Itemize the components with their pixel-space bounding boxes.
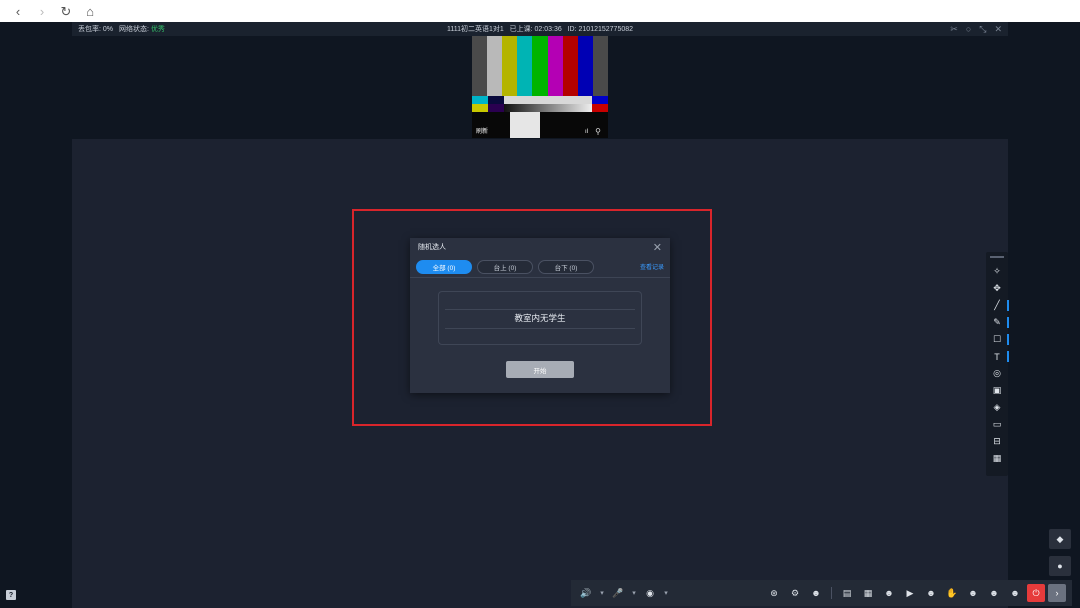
color-bars-mid [472,96,608,112]
video-tile[interactable]: 刷新 ıl ⚲ [472,36,608,138]
highlighter-icon[interactable]: ✎ [988,314,1009,331]
laser-pointer-icon[interactable]: ✧ [988,263,1006,280]
user-list-icon[interactable]: ☻ [964,584,982,602]
chevron-down-icon[interactable]: ▾ [662,584,670,602]
color-bar [547,36,563,96]
dialog-title: 随机选人 [418,244,446,251]
color-bar [532,36,548,96]
tab-on-stage[interactable]: 台上 (0) [477,259,533,274]
microphone-icon[interactable]: 🎤 [609,584,627,602]
target-icon[interactable]: ◎ [988,365,1006,382]
move-icon[interactable]: ✥ [988,280,1006,297]
chevron-down-icon[interactable]: ▾ [630,584,638,602]
chevron-right-icon[interactable]: › [1048,584,1066,602]
pen-icon[interactable]: ╱ [988,297,1009,314]
tool-active-marker [1007,351,1009,362]
tile-name: 刷新 [476,129,489,135]
classroom-status-bar: 丢包率: 0% 网络状态: 优秀 1111初二英语1对1 已上课: 02:03:… [72,22,1008,36]
divider [445,309,635,310]
separator [831,587,832,599]
text-icon[interactable]: T [988,348,1009,365]
class-info: 1111初二英语1对1 已上课: 02:03:36 ID: 2101215277… [446,26,634,33]
rectangle-icon[interactable]: ☐ [988,331,1009,348]
signal-icon: ıl [585,129,588,135]
color-bar [517,36,533,96]
single-user-icon[interactable]: ☻ [807,584,825,602]
camera-icon[interactable]: ◉ [641,584,659,602]
raise-hand-icon[interactable]: ✋ [943,584,961,602]
toolbox-icon[interactable]: ⊟ [988,433,1006,450]
folder-icon[interactable]: ▭ [988,416,1006,433]
circle-icon[interactable]: ○ [966,24,971,35]
whiteboard-toolbar: ✧ ✥ ╱ ✎ ☐ T ◎ ▣ ◈ ▭ ⊟ ▦ [986,252,1009,476]
color-bar [487,36,503,96]
toolbar-grip[interactable] [990,256,1004,258]
power-icon[interactable]: ⏻ [1027,584,1045,602]
bottom-icon-group: ⊛ ⚙ ☻ ▤ ▦ ☻ ▶ ☻ ✋ ☻ ☻ ☻ [765,584,1024,602]
image-icon[interactable]: ▣ [988,382,1006,399]
table-icon[interactable]: ▦ [988,450,1006,467]
shrink-icon[interactable]: ⤡ [979,24,986,35]
layout-icon[interactable]: ▦ [859,584,877,602]
close-icon[interactable]: ✕ [994,24,1002,35]
mic-icon: ⚲ [595,127,601,136]
users-icon[interactable]: ☻ [985,584,1003,602]
video-icon[interactable]: ▶ [901,584,919,602]
speaker-icon[interactable]: 🔊 [577,584,595,602]
tool-active-marker [1007,300,1009,311]
tab-off-stage[interactable]: 台下 (0) [538,259,594,274]
user-settings-icon[interactable]: ☻ [1006,584,1024,602]
refresh-icon[interactable]: ↻ [58,3,74,19]
empty-message: 教室内无学生 [514,313,566,323]
color-bars [472,36,608,96]
tab-all[interactable]: 全部 (0) [416,259,472,274]
add-user-icon[interactable]: ☻ [880,584,898,602]
back-icon[interactable]: ‹ [10,3,26,19]
close-icon[interactable]: ✕ [653,241,662,254]
class-name: 1111初二英语1对1 [446,26,504,33]
random-pick-dialog: 随机选人 ✕ 全部 (0) 台上 (0) 台下 (0) 查看记录 教室内无学生 … [410,238,670,393]
tool-active-marker [1007,334,1009,345]
network-status: 网络状态: 优秀 [119,26,165,33]
dialog-header: 随机选人 ✕ [410,238,670,256]
home-icon[interactable]: ⌂ [82,3,98,19]
student-list-box: 教室内无学生 [438,291,642,345]
color-bar [472,36,488,96]
settings-icon[interactable]: ⚙ [786,584,804,602]
chevron-down-icon[interactable]: ▾ [598,584,606,602]
chat-icon[interactable]: ● [1049,556,1071,576]
tag-icon[interactable]: ◆ [1049,529,1071,549]
color-bar [592,36,608,96]
forward-icon[interactable]: › [34,3,50,19]
color-bar [562,36,578,96]
help-icon[interactable]: ? [6,590,16,600]
dialog-tabs: 全部 (0) 台上 (0) 台下 (0) 查看记录 [410,256,670,278]
eraser-icon[interactable]: ◈ [988,399,1006,416]
view-records-link[interactable]: 查看记录 [640,262,664,271]
color-bar [577,36,593,96]
bottom-toolbar: 🔊 ▾ 🎤 ▾ ◉ ▾ ⊛ ⚙ ☻ ▤ ▦ ☻ ▶ ☻ ✋ ☻ ☻ ☻ ⏻ › [571,580,1072,606]
courseware-icon[interactable]: ▤ [838,584,856,602]
class-time: 02:03:36 [534,26,562,33]
divider [445,328,635,329]
class-id: 21012152775082 [578,26,634,33]
screen-share-icon[interactable]: ⊛ [765,584,783,602]
tool-active-marker [1007,317,1009,328]
browser-nav-bar: ‹ › ↻ ⌂ [0,0,1080,22]
color-bar [502,36,518,96]
start-button[interactable]: 开始 [506,361,574,378]
user-star-icon[interactable]: ☻ [922,584,940,602]
packet-loss: 丢包率: 0% [78,26,114,33]
scissors-icon[interactable]: ✂ [950,24,958,35]
